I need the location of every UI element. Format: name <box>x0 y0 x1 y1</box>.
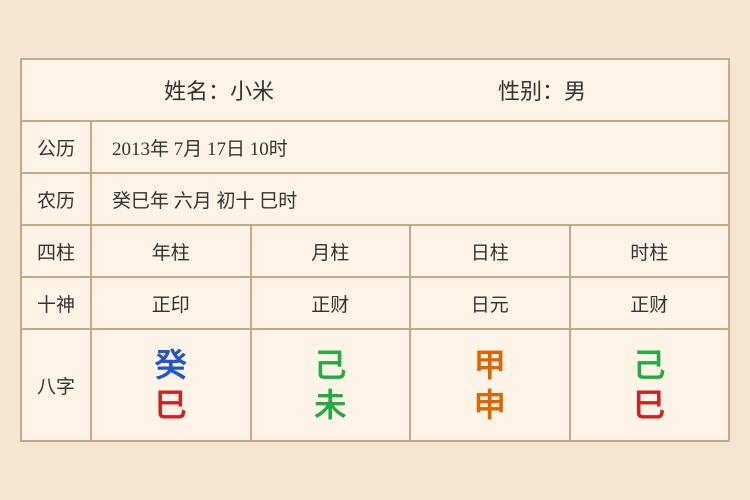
bazhi-hour-cell: 己 巳 <box>571 330 729 440</box>
shishen-month: 正财 <box>252 278 412 328</box>
lunar-label: 农历 <box>22 174 92 224</box>
lunar-value: 癸巳年 六月 初十 巳时 <box>92 176 728 223</box>
hour-col-label: 时柱 <box>571 226 729 276</box>
month-col-label: 月柱 <box>252 226 412 276</box>
bazhi-year-top: 癸 <box>155 349 187 381</box>
bazhi-label: 八字 <box>22 330 92 440</box>
bazhi-hour-top: 己 <box>633 349 665 381</box>
bazhi-year-bottom: 巳 <box>155 389 187 421</box>
bazhi-month-cell: 己 未 <box>252 330 412 440</box>
shishen-row: 十神 正印 正财 日元 正财 <box>22 278 728 330</box>
shishen-hour: 正财 <box>571 278 729 328</box>
bazhi-row: 八字 癸 巳 己 未 甲 申 己 巳 <box>22 330 728 440</box>
sizhu-label: 四柱 <box>22 226 92 276</box>
name-label: 姓名：小米 <box>164 74 274 106</box>
shishen-label: 十神 <box>22 278 92 328</box>
bazhi-day-cell: 甲 申 <box>411 330 571 440</box>
day-col-label: 日柱 <box>411 226 571 276</box>
gregorian-value: 2013年 7月 17日 10时 <box>92 124 728 171</box>
bazhi-hour-bottom: 巳 <box>633 389 665 421</box>
bazhi-day-bottom: 申 <box>474 389 506 421</box>
bazhi-year-cell: 癸 巳 <box>92 330 252 440</box>
bazhi-month-top: 己 <box>314 349 346 381</box>
shishen-year: 正印 <box>92 278 252 328</box>
gregorian-label: 公历 <box>22 122 92 172</box>
year-col-label: 年柱 <box>92 226 252 276</box>
main-container: 姓名：小米 性别：男 公历 2013年 7月 17日 10时 农历 癸巳年 六月… <box>20 58 730 442</box>
columns-row: 四柱 年柱 月柱 日柱 时柱 <box>22 226 728 278</box>
lunar-row: 农历 癸巳年 六月 初十 巳时 <box>22 174 728 226</box>
shishen-day: 日元 <box>411 278 571 328</box>
header-row: 姓名：小米 性别：男 <box>22 60 728 122</box>
bazhi-day-top: 甲 <box>474 349 506 381</box>
gregorian-row: 公历 2013年 7月 17日 10时 <box>22 122 728 174</box>
gender-label: 性别：男 <box>498 74 586 106</box>
bazhi-month-bottom: 未 <box>314 389 346 421</box>
